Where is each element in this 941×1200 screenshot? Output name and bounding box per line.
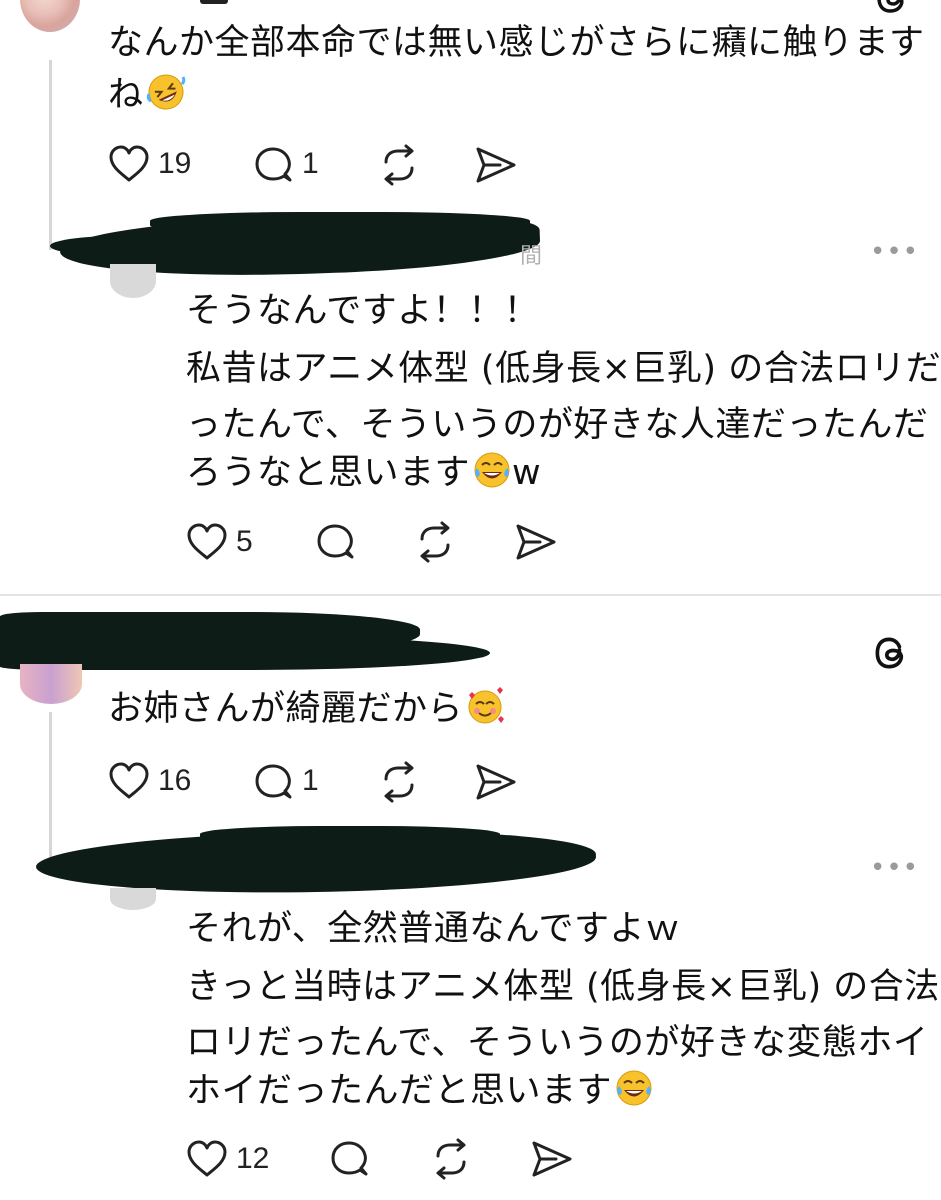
- redacted-username-top: [200, 0, 228, 4]
- like-count: 12: [236, 1142, 270, 1175]
- joy-emoji: [616, 1070, 652, 1106]
- share-icon[interactable]: [474, 761, 518, 803]
- post-text: お姉さんが綺麗だから: [108, 680, 505, 738]
- post-text-line-1: そうなんですよ！！！: [186, 291, 540, 331]
- repost-icon[interactable]: [430, 1138, 472, 1180]
- like-count: 5: [236, 525, 253, 558]
- post-text-line-4: ホイだったんだと思います: [186, 1062, 654, 1120]
- like-icon[interactable]: [186, 522, 228, 562]
- reply-icon[interactable]: [252, 761, 294, 803]
- repost-icon[interactable]: [378, 144, 420, 186]
- post-text-line-2: 私昔はアニメ体型 (低身長×巨乳) の合法ロリだ: [186, 349, 941, 389]
- like-icon[interactable]: [186, 1139, 228, 1179]
- joy-emoji: [474, 452, 510, 488]
- repost-icon[interactable]: [414, 521, 456, 563]
- avatar[interactable]: [20, 0, 80, 32]
- like-count: 16: [158, 764, 192, 797]
- reply-icon[interactable]: [328, 1138, 370, 1180]
- share-icon[interactable]: [514, 521, 558, 563]
- post-text-line-2: きっと当時はアニメ体型 (低身長×巨乳) の合法: [186, 967, 940, 1007]
- thread-line: [49, 712, 52, 862]
- reply-count: 1: [302, 147, 319, 180]
- avatar[interactable]: [110, 888, 156, 910]
- like-icon[interactable]: [108, 144, 150, 184]
- post-text-line-2: ね: [108, 66, 186, 124]
- post-text-line-1: それが、全然普通なんですよｗ: [186, 909, 681, 949]
- avatar[interactable]: [20, 664, 82, 704]
- reply-icon[interactable]: [252, 144, 294, 186]
- post-text-line-4: ろうなと思います w: [186, 444, 541, 502]
- share-icon[interactable]: [530, 1138, 574, 1180]
- rofl-emoji: [146, 74, 185, 110]
- avatar[interactable]: [110, 264, 156, 298]
- divider: [0, 594, 941, 596]
- smiling-hearts-emoji: [468, 687, 505, 724]
- more-options-icon[interactable]: •••: [870, 853, 919, 883]
- threads-icon: [870, 632, 912, 674]
- share-icon[interactable]: [474, 144, 518, 186]
- reply-count: 1: [302, 764, 319, 797]
- post-text-line-1: なんか全部本命では無い感じがさらに癪に触ります: [108, 23, 925, 63]
- timestamp: 間: [520, 244, 543, 269]
- like-icon[interactable]: [108, 761, 150, 801]
- reply-icon[interactable]: [314, 521, 356, 563]
- repost-icon[interactable]: [378, 761, 420, 803]
- thread-line: [49, 60, 52, 250]
- like-count: 19: [158, 147, 192, 180]
- more-options-icon[interactable]: •••: [870, 237, 919, 267]
